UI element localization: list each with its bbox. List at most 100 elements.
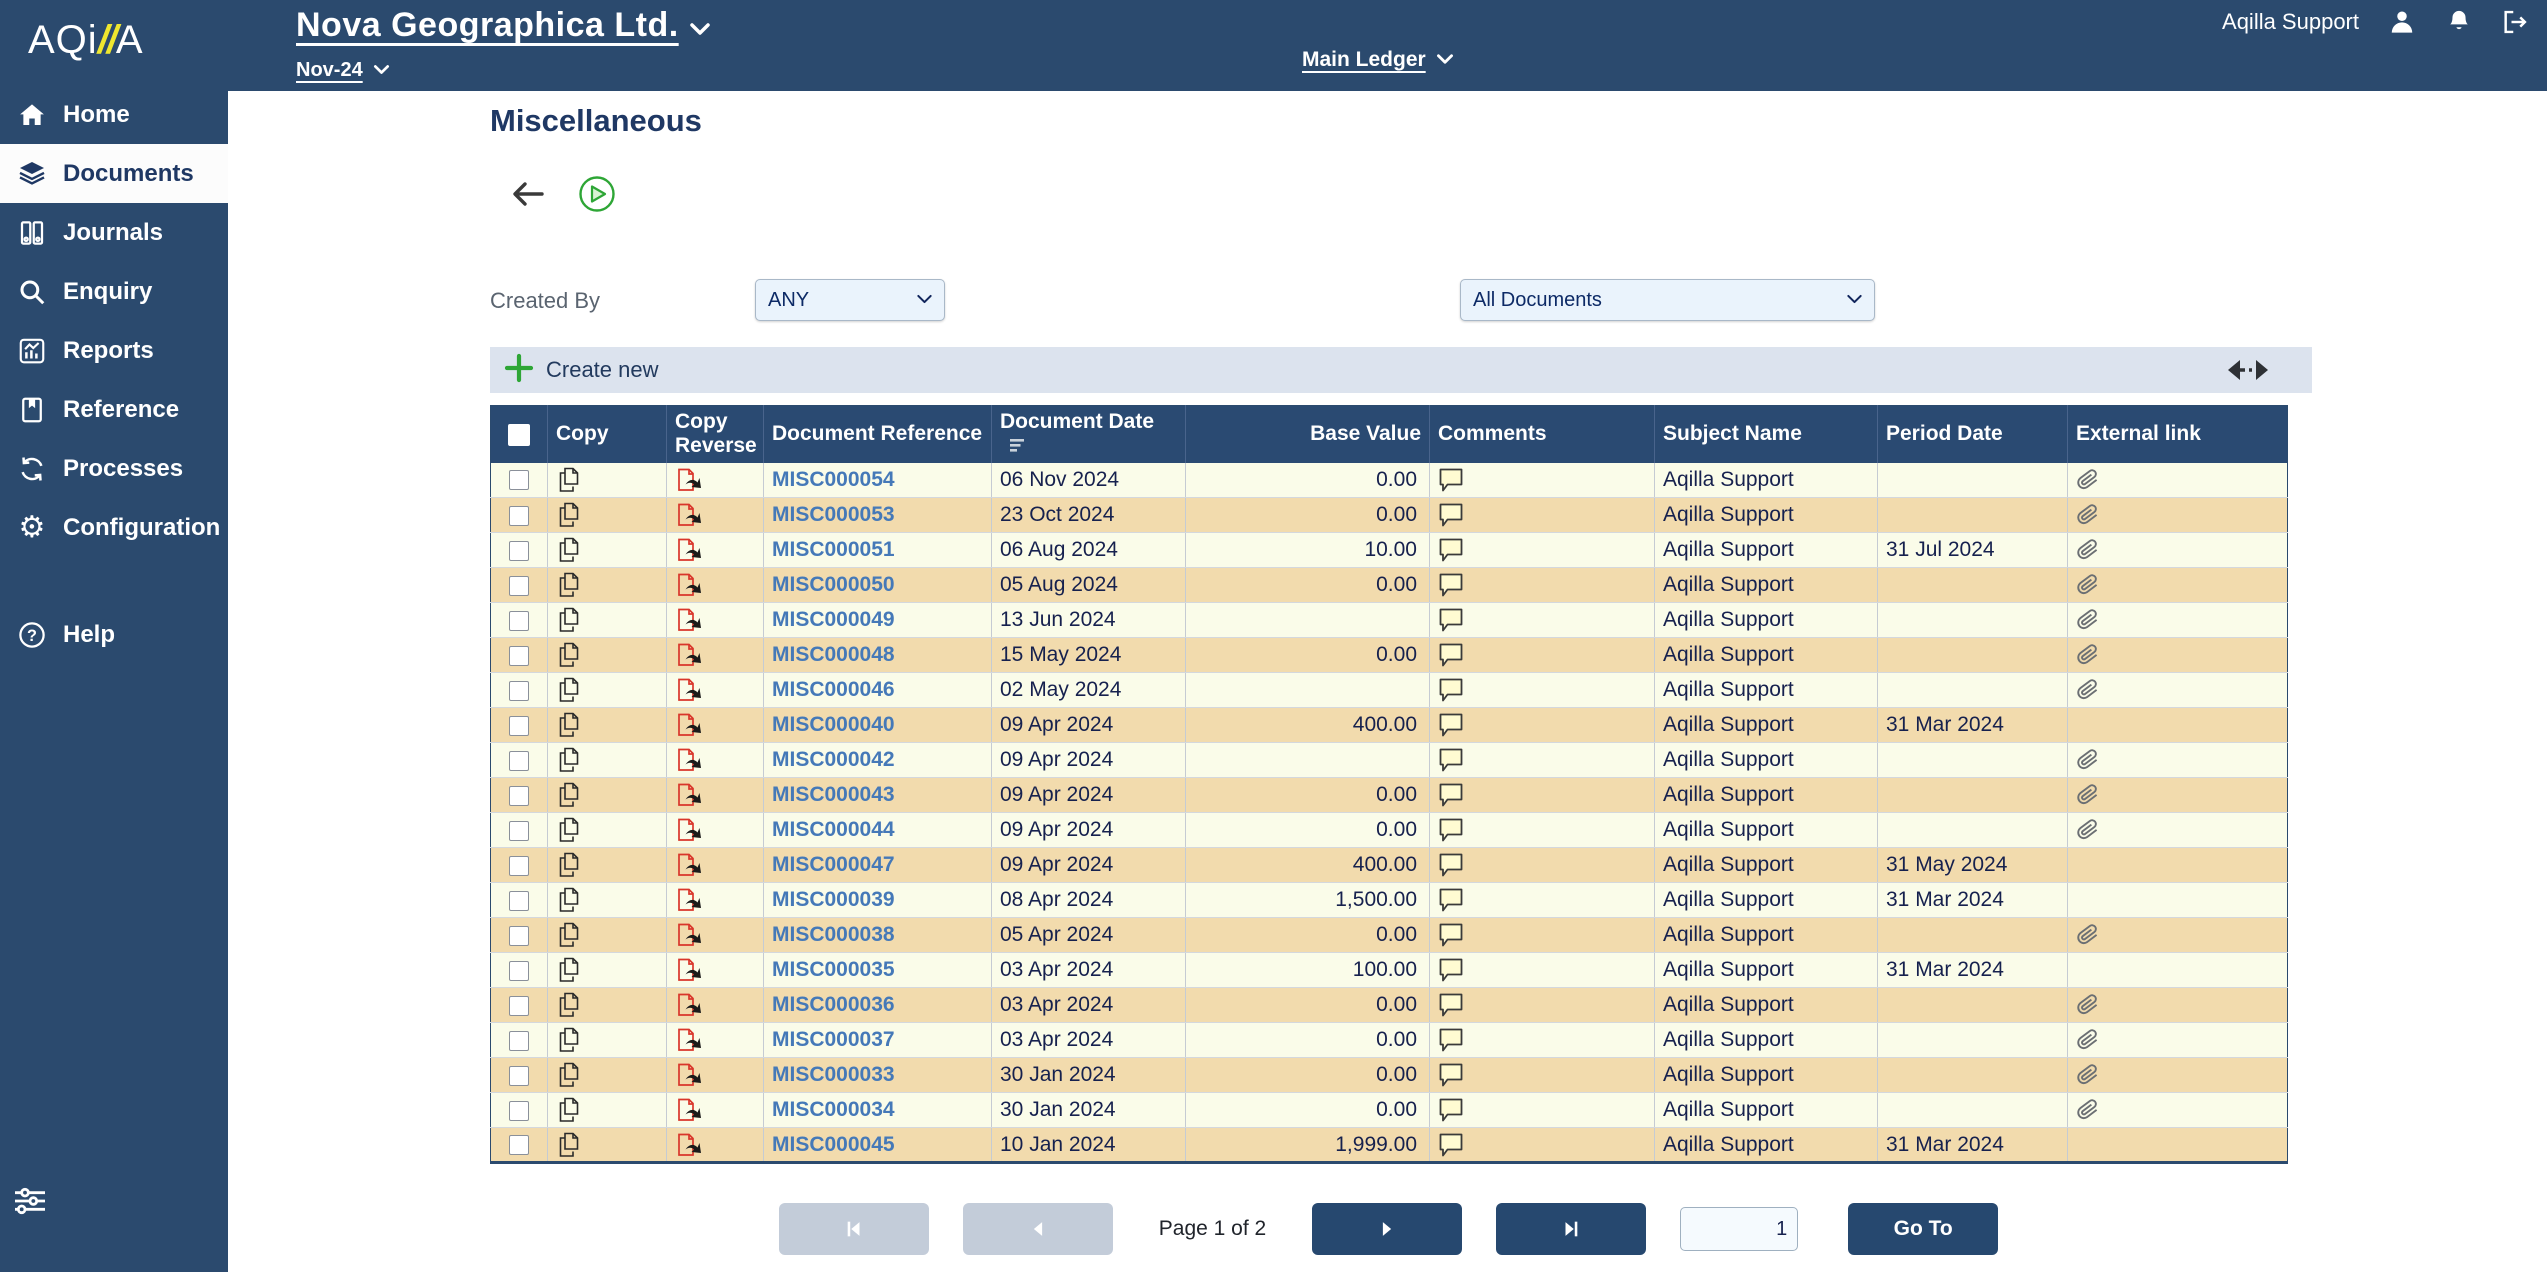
comment-icon[interactable] [1438, 1062, 1465, 1088]
row-checkbox[interactable] [509, 716, 529, 736]
copy-reverse-icon[interactable] [675, 676, 703, 704]
copy-icon[interactable] [556, 466, 582, 494]
document-reference-link[interactable]: MISC000039 [772, 888, 895, 911]
comment-icon[interactable] [1438, 1132, 1465, 1158]
copy-icon[interactable] [556, 606, 582, 634]
copy-reverse-icon[interactable] [675, 991, 703, 1019]
first-page-button[interactable] [779, 1203, 929, 1255]
copy-icon[interactable] [556, 1096, 582, 1124]
logout-icon[interactable] [2501, 8, 2529, 36]
attachment-icon[interactable] [2076, 922, 2100, 948]
comment-icon[interactable] [1438, 677, 1465, 703]
attachment-icon[interactable] [2076, 537, 2100, 563]
row-checkbox[interactable] [509, 646, 529, 666]
sidebar-item-enquiry[interactable]: Enquiry [0, 262, 228, 321]
ledger-selector[interactable]: Main Ledger [1302, 48, 1426, 72]
comment-icon[interactable] [1438, 712, 1465, 738]
copy-reverse-icon[interactable] [675, 606, 703, 634]
attachment-icon[interactable] [2076, 817, 2100, 843]
attachment-icon[interactable] [2076, 502, 2100, 528]
row-checkbox[interactable] [509, 961, 529, 981]
chevron-down-icon[interactable] [373, 63, 390, 81]
attachment-icon[interactable] [2076, 642, 2100, 668]
comment-icon[interactable] [1438, 817, 1465, 843]
copy-reverse-icon[interactable] [675, 746, 703, 774]
copy-icon[interactable] [556, 536, 582, 564]
next-page-button[interactable] [1312, 1203, 1462, 1255]
column-header-document-date[interactable]: Document Date [992, 406, 1186, 463]
comment-icon[interactable] [1438, 607, 1465, 633]
document-reference-link[interactable]: MISC000038 [772, 923, 895, 946]
copy-icon[interactable] [556, 851, 582, 879]
row-checkbox[interactable] [509, 611, 529, 631]
document-reference-link[interactable]: MISC000040 [772, 713, 895, 736]
row-checkbox[interactable] [509, 576, 529, 596]
sidebar-item-processes[interactable]: Processes [0, 439, 228, 498]
copy-reverse-icon[interactable] [675, 851, 703, 879]
attachment-icon[interactable] [2076, 992, 2100, 1018]
sidebar-item-journals[interactable]: Journals [0, 203, 228, 262]
copy-icon[interactable] [556, 641, 582, 669]
copy-icon[interactable] [556, 921, 582, 949]
row-checkbox[interactable] [509, 821, 529, 841]
previous-page-button[interactable] [963, 1203, 1113, 1255]
copy-reverse-icon[interactable] [675, 781, 703, 809]
comment-icon[interactable] [1438, 782, 1465, 808]
row-checkbox[interactable] [509, 996, 529, 1016]
comment-icon[interactable] [1438, 572, 1465, 598]
comment-icon[interactable] [1438, 922, 1465, 948]
document-reference-link[interactable]: MISC000043 [772, 783, 895, 806]
comment-icon[interactable] [1438, 467, 1465, 493]
document-reference-link[interactable]: MISC000034 [772, 1098, 895, 1121]
copy-icon[interactable] [556, 1061, 582, 1089]
row-checkbox[interactable] [509, 786, 529, 806]
sidebar-item-documents[interactable]: Documents [0, 144, 228, 203]
copy-icon[interactable] [556, 711, 582, 739]
copy-reverse-icon[interactable] [675, 1061, 703, 1089]
comment-icon[interactable] [1438, 1097, 1465, 1123]
run-play-button[interactable] [578, 175, 616, 213]
row-checkbox[interactable] [509, 926, 529, 946]
copy-icon[interactable] [556, 676, 582, 704]
document-reference-link[interactable]: MISC000045 [772, 1133, 895, 1156]
period-selector[interactable]: Nov-24 [296, 59, 363, 82]
document-reference-link[interactable]: MISC000053 [772, 503, 895, 526]
document-reference-link[interactable]: MISC000042 [772, 748, 895, 771]
goto-page-button[interactable]: Go To [1848, 1203, 1998, 1255]
copy-reverse-icon[interactable] [675, 571, 703, 599]
chevron-down-icon[interactable] [1436, 52, 1454, 71]
attachment-icon[interactable] [2076, 607, 2100, 633]
comment-icon[interactable] [1438, 957, 1465, 983]
chevron-down-icon[interactable] [689, 21, 711, 42]
row-checkbox[interactable] [509, 541, 529, 561]
attachment-icon[interactable] [2076, 1027, 2100, 1053]
page-number-input[interactable] [1680, 1207, 1798, 1251]
attachment-icon[interactable] [2076, 467, 2100, 493]
document-reference-link[interactable]: MISC000050 [772, 573, 895, 596]
row-checkbox[interactable] [509, 856, 529, 876]
app-logo[interactable]: AQi//A [0, 0, 228, 63]
sidebar-item-reports[interactable]: Reports [0, 321, 228, 380]
row-checkbox[interactable] [509, 1031, 529, 1051]
attachment-icon[interactable] [2076, 782, 2100, 808]
comment-icon[interactable] [1438, 992, 1465, 1018]
copy-icon[interactable] [556, 956, 582, 984]
copy-icon[interactable] [556, 571, 582, 599]
document-reference-link[interactable]: MISC000049 [772, 608, 895, 631]
notifications-bell-icon[interactable] [2445, 8, 2473, 36]
document-reference-link[interactable]: MISC000033 [772, 1063, 895, 1086]
select-all-checkbox[interactable] [508, 424, 530, 446]
copy-icon[interactable] [556, 781, 582, 809]
copy-reverse-icon[interactable] [675, 711, 703, 739]
copy-reverse-icon[interactable] [675, 1131, 703, 1159]
copy-icon[interactable] [556, 746, 582, 774]
copy-reverse-icon[interactable] [675, 466, 703, 494]
row-checkbox[interactable] [509, 751, 529, 771]
created-by-select[interactable]: ANY [755, 279, 945, 321]
copy-icon[interactable] [556, 816, 582, 844]
copy-reverse-icon[interactable] [675, 1026, 703, 1054]
copy-icon[interactable] [556, 886, 582, 914]
company-selector[interactable]: Nova Geographica Ltd. [296, 6, 679, 45]
copy-reverse-icon[interactable] [675, 816, 703, 844]
row-checkbox[interactable] [509, 506, 529, 526]
